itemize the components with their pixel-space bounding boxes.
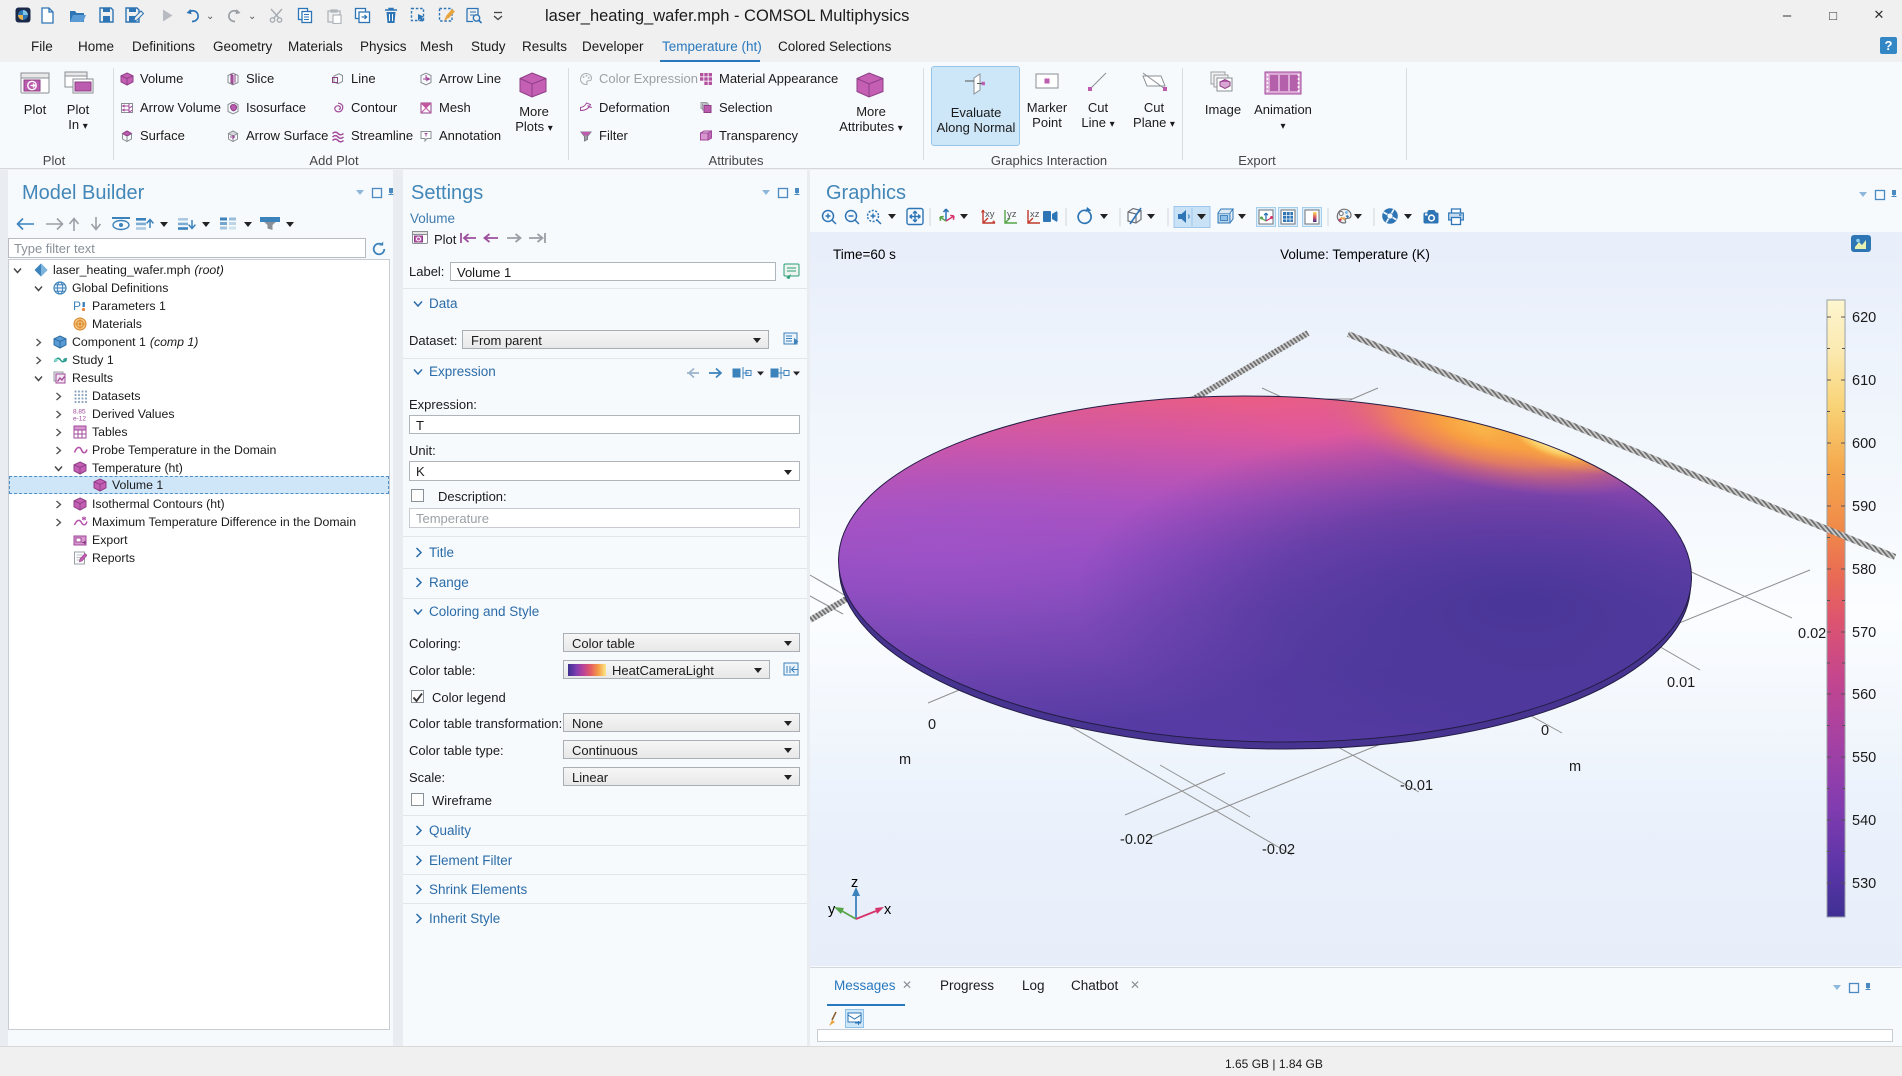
svg-text:-0.02: -0.02 <box>1262 842 1295 858</box>
svg-text:0.01: 0.01 <box>1667 675 1695 691</box>
svg-text:550: 550 <box>1852 750 1876 766</box>
svg-text:0: 0 <box>928 717 936 733</box>
svg-text:560: 560 <box>1852 687 1876 703</box>
svg-text:-0.02: -0.02 <box>1120 832 1153 848</box>
svg-text:xy: xy <box>985 209 995 220</box>
svg-text:610: 610 <box>1852 373 1876 389</box>
svg-text:600: 600 <box>1852 436 1876 452</box>
svg-text:620: 620 <box>1852 310 1876 326</box>
svg-text:Volume: Temperature (K): Volume: Temperature (K) <box>1280 247 1430 262</box>
svg-text:z: z <box>851 875 858 891</box>
svg-text:0: 0 <box>1541 723 1549 739</box>
svg-text:530: 530 <box>1852 876 1876 892</box>
svg-text:540: 540 <box>1852 813 1876 829</box>
svg-text:570: 570 <box>1852 625 1876 641</box>
svg-text:580: 580 <box>1852 562 1876 578</box>
svg-text:P: P <box>73 299 81 313</box>
svg-text:e-12: e-12 <box>73 416 86 422</box>
svg-text:Time=60 s: Time=60 s <box>833 247 896 262</box>
svg-text:m: m <box>1569 759 1581 775</box>
svg-text:x: x <box>884 902 892 918</box>
svg-text:590: 590 <box>1852 499 1876 515</box>
svg-text:0.02: 0.02 <box>1798 626 1826 642</box>
svg-text:y: y <box>828 902 836 918</box>
svg-text:-0.01: -0.01 <box>1400 778 1433 794</box>
svg-text:xz: xz <box>1030 209 1040 220</box>
svg-text:m: m <box>899 752 911 768</box>
svg-text:8.85: 8.85 <box>73 409 86 416</box>
svg-text:yz: yz <box>1007 209 1017 220</box>
